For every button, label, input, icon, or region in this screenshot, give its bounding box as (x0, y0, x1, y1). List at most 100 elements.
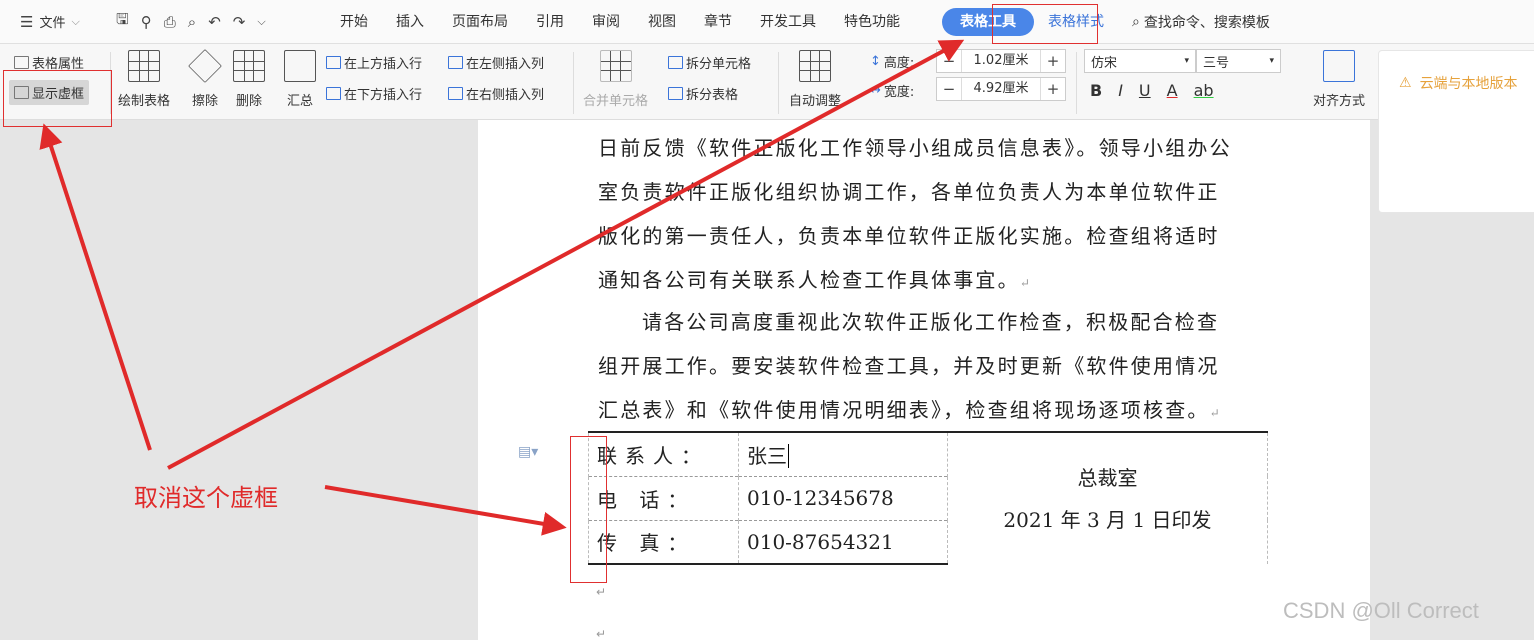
font-color-icon[interactable]: A (1167, 81, 1178, 100)
increase-width-button[interactable]: + (1041, 80, 1065, 98)
height-stepper[interactable]: − 1.02厘米 + (936, 49, 1066, 73)
width-stepper[interactable]: − 4.92厘米 + (936, 77, 1066, 101)
annotation-callout: 取消这个虚框 (134, 484, 278, 512)
print-icon[interactable]: ⎙ (164, 13, 176, 31)
tab-view[interactable]: 视图 (634, 8, 690, 36)
highlight-box-show-gridlines (3, 70, 112, 127)
file-menu[interactable]: ☰ 文件 ⌵ (0, 12, 108, 32)
insert-column-left-icon (448, 56, 463, 69)
contact-table[interactable]: 联系人： 张三​ 总裁室 2021 年 3 月 1 日印发 电 话： 010-1… (588, 431, 1268, 565)
insert-column-right-icon (448, 87, 463, 100)
alignment-label: 对齐方式 (1313, 94, 1366, 109)
paragraph-mark-icon: ↵ (596, 627, 607, 640)
decrease-width-button[interactable]: − (937, 80, 961, 98)
width-label: 宽度: (883, 85, 915, 100)
customize-dropdown-icon[interactable]: ⌵ (257, 15, 265, 29)
paragraph-mark-icon: ↵ (1019, 276, 1033, 290)
split-table-button[interactable]: 拆分表格 (668, 84, 738, 103)
draw-table-label: 绘制表格 (118, 94, 171, 109)
tab-special-features[interactable]: 特色功能 (830, 8, 914, 36)
undo-icon[interactable]: ↶ (208, 13, 221, 31)
split-cells-icon (668, 56, 683, 69)
split-table-icon (668, 87, 683, 100)
divider (1076, 52, 1077, 114)
erase-button[interactable]: 擦除 (188, 49, 222, 109)
insert-column-left-button[interactable]: 在左侧插入列 (448, 53, 544, 72)
phone-value[interactable]: 010-12345678 (738, 475, 948, 520)
contact-value[interactable]: 张三​ (738, 431, 948, 476)
font-name-select[interactable]: 仿宋 ▾ (1084, 49, 1196, 73)
draw-table-icon (128, 50, 160, 82)
hamburger-icon: ☰ (20, 12, 34, 31)
increase-height-button[interactable]: + (1041, 52, 1065, 70)
underline-icon[interactable]: U (1139, 81, 1151, 100)
table-handle-icon[interactable]: ▤▾ (518, 444, 538, 460)
notification-text[interactable]: 云端与本地版本 (1420, 73, 1518, 93)
insert-row-above-icon (326, 56, 341, 69)
save-icon[interactable]: 🖫 (116, 9, 129, 34)
text-line: 组开展工作。要安装软件检查工具，并及时更新《软件使用情况 (598, 354, 1220, 378)
italic-icon[interactable]: I (1118, 81, 1123, 100)
height-value[interactable]: 1.02厘米 (961, 50, 1041, 72)
split-table-label: 拆分表格 (686, 88, 739, 103)
tab-home[interactable]: 开始 (326, 8, 382, 36)
bold-icon[interactable]: B (1090, 81, 1102, 100)
merge-cells-label: 合并单元格 (583, 94, 649, 109)
search-icon: ⌕ (1132, 13, 1140, 30)
font-size-select[interactable]: 三号 ▾ (1196, 49, 1281, 73)
text-line: 室负责软件正版化组织协调工作，各单位负责人为本单位软件正 (598, 180, 1220, 204)
eraser-icon (188, 49, 222, 83)
highlight-icon[interactable]: ab (1194, 81, 1214, 100)
fax-label[interactable]: 传 真： (588, 519, 739, 565)
phone-label[interactable]: 电 话： (588, 475, 739, 520)
delete-button[interactable]: 删除 (233, 50, 265, 109)
text-line-content: 通知各公司有关联系人检查工作具体事宜。 (598, 268, 1020, 292)
decrease-height-button[interactable]: − (937, 52, 961, 70)
width-value[interactable]: 4.92厘米 (961, 78, 1041, 100)
paragraph-mark-icon: ↵ (1209, 406, 1222, 420)
height-field-label: ↕ 高度: (870, 52, 914, 71)
contact-label[interactable]: 联系人： (588, 431, 739, 476)
redo-icon[interactable]: ↷ (233, 13, 246, 31)
alignment-button[interactable]: 对齐方式 (1313, 50, 1365, 109)
file-menu-label: 文件 (39, 16, 66, 31)
format-painter-icon[interactable]: ⚲ (141, 13, 152, 31)
row-height-icon: ↕ (870, 54, 881, 69)
font-size-value: 三号 (1203, 55, 1230, 71)
insert-column-left-label: 在左侧插入列 (466, 57, 545, 72)
split-cells-label: 拆分单元格 (686, 57, 752, 72)
tab-review[interactable]: 审阅 (578, 8, 634, 36)
table-tools-ribbon: 表格属性 显示虚框 绘制表格 擦除 删除 汇总 在上方插入行 在下方插入行 在左… (0, 44, 1534, 120)
paragraph-1: 日前反馈《软件正版化工作领导小组成员信息表》。领导小组办公 室负责软件正版化组织… (598, 126, 1262, 305)
table-properties-icon (14, 56, 29, 69)
insert-column-right-button[interactable]: 在右侧插入列 (448, 84, 544, 103)
print-preview-icon[interactable]: ⌕ (188, 13, 196, 31)
split-cells-button[interactable]: 拆分单元格 (668, 53, 751, 72)
draw-table-button[interactable]: 绘制表格 (118, 50, 170, 109)
font-style-buttons: B I U A ab (1090, 81, 1214, 100)
summary-button[interactable]: 汇总 (284, 50, 316, 109)
auto-fit-button[interactable]: 自动调整 (789, 50, 841, 109)
insert-row-below-button[interactable]: 在下方插入行 (326, 84, 422, 103)
chevron-down-icon: ⌵ (71, 14, 80, 28)
tab-developer[interactable]: 开发工具 (746, 8, 830, 36)
font-name-value: 仿宋 (1091, 55, 1118, 71)
quick-access-toolbar: 🖫 ⚲ ⎙ ⌕ ↶ ↷ ⌵ (108, 9, 326, 34)
insert-row-below-label: 在下方插入行 (344, 88, 423, 103)
tab-chapter[interactable]: 章节 (690, 8, 746, 36)
insert-row-above-button[interactable]: 在上方插入行 (326, 53, 422, 72)
auto-fit-icon (799, 50, 831, 82)
divider (778, 52, 779, 114)
divider (573, 52, 574, 114)
tab-page-layout[interactable]: 页面布局 (438, 8, 522, 36)
text-line: 汇总表》和《软件使用情况明细表》，检查组将现场逐项核查。↵ (598, 388, 1262, 435)
menu-bar: ☰ 文件 ⌵ 🖫 ⚲ ⎙ ⌕ ↶ ↷ ⌵ 开始 插入 页面布局 引用 审阅 视图… (0, 0, 1534, 44)
dropdown-arrow-icon: ▾ (1269, 56, 1274, 66)
delete-table-icon (233, 50, 265, 82)
issuer-cell[interactable]: 总裁室 2021 年 3 月 1 日印发 (947, 431, 1268, 564)
command-search[interactable]: ⌕ 查找命令、搜索模板 (1118, 12, 1270, 32)
merge-cells-button[interactable]: 合并单元格 (583, 50, 648, 109)
tab-insert[interactable]: 插入 (382, 8, 438, 36)
tab-references[interactable]: 引用 (522, 8, 578, 36)
fax-value[interactable]: 010-87654321 (738, 519, 948, 565)
